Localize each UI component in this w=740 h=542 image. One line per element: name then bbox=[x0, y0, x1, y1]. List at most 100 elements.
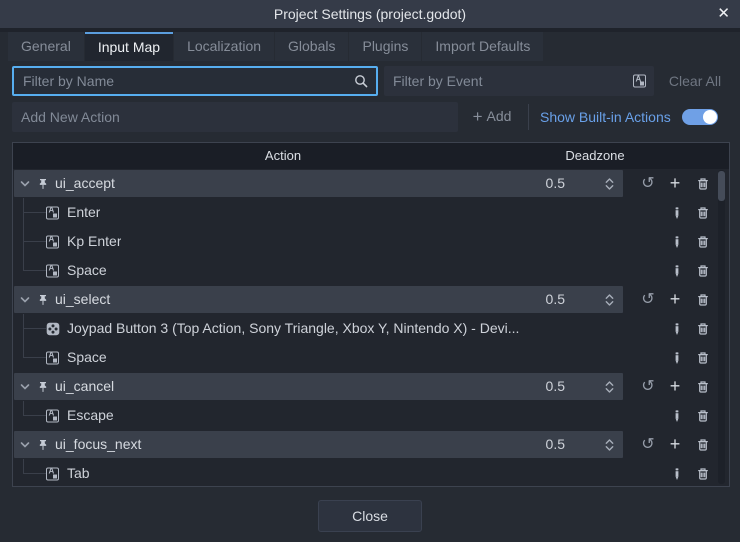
revert-action-button[interactable]: ↺ bbox=[639, 285, 657, 314]
add-button-label: Add bbox=[486, 108, 512, 124]
filter-event-input[interactable] bbox=[384, 66, 654, 96]
chevron-down-icon[interactable] bbox=[20, 383, 30, 391]
tree-guide-line bbox=[23, 357, 46, 358]
window-close-icon[interactable]: ✕ bbox=[717, 0, 730, 28]
revert-action-button[interactable]: ↺ bbox=[639, 169, 657, 198]
tree-guide-line bbox=[23, 241, 46, 242]
tree-guide-line bbox=[23, 270, 46, 271]
delete-event-button[interactable] bbox=[694, 198, 712, 227]
delete-action-button[interactable] bbox=[694, 372, 712, 401]
action-row: ui_focus_next 0.5 ↺ + bbox=[13, 430, 729, 459]
edit-event-button[interactable] bbox=[669, 459, 685, 488]
action-row: ui_cancel 0.5 ↺ + bbox=[13, 372, 729, 401]
tab-input-map[interactable]: Input Map bbox=[84, 32, 174, 61]
window-title: Project Settings (project.godot) bbox=[273, 6, 467, 22]
add-event-button[interactable]: + bbox=[666, 430, 684, 459]
event-label[interactable]: Space bbox=[67, 343, 107, 372]
deadzone-value[interactable]: 0.5 bbox=[493, 372, 565, 401]
delete-event-button[interactable] bbox=[694, 227, 712, 256]
tree-guide-line bbox=[23, 343, 24, 358]
delete-event-button[interactable] bbox=[694, 459, 712, 488]
edit-event-button[interactable] bbox=[669, 227, 685, 256]
event-row: Enter bbox=[13, 198, 729, 227]
spinner-updown-icon[interactable] bbox=[605, 438, 614, 452]
add-event-button[interactable]: + bbox=[666, 169, 684, 198]
tree-guide-line bbox=[23, 401, 24, 416]
filter-event-field bbox=[384, 66, 654, 96]
edit-event-button[interactable] bbox=[669, 343, 685, 372]
spinner-updown-icon[interactable] bbox=[605, 177, 614, 191]
show-builtin-actions-toggle[interactable] bbox=[682, 109, 718, 125]
action-tree: ui_accept 0.5 ↺ + Enter Kp Enter Space u… bbox=[13, 169, 729, 488]
deadzone-value[interactable]: 0.5 bbox=[493, 430, 565, 459]
toggle-knob bbox=[703, 110, 717, 124]
action-name[interactable]: ui_cancel bbox=[55, 372, 114, 401]
close-button[interactable]: Close bbox=[318, 500, 422, 532]
event-label[interactable]: Kp Enter bbox=[67, 227, 121, 256]
tree-guide-line bbox=[23, 415, 46, 416]
filter-name-field bbox=[12, 66, 378, 96]
delete-event-button[interactable] bbox=[694, 401, 712, 430]
tree-guide-line bbox=[23, 328, 46, 329]
revert-action-button[interactable]: ↺ bbox=[639, 430, 657, 459]
deadzone-value[interactable]: 0.5 bbox=[493, 285, 565, 314]
tree-guide-line bbox=[23, 256, 24, 271]
action-row: ui_accept 0.5 ↺ + bbox=[13, 169, 729, 198]
chevron-down-icon[interactable] bbox=[20, 441, 30, 449]
edit-event-button[interactable] bbox=[669, 198, 685, 227]
add-action-button[interactable]: + Add bbox=[462, 102, 522, 132]
keyboard-icon bbox=[46, 409, 59, 422]
scrollbar-thumb[interactable] bbox=[718, 171, 725, 201]
add-event-button[interactable]: + bbox=[666, 372, 684, 401]
action-name[interactable]: ui_accept bbox=[55, 169, 115, 198]
spinner-updown-icon[interactable] bbox=[605, 380, 614, 394]
show-builtin-actions-label[interactable]: Show Built-in Actions bbox=[540, 102, 671, 132]
delete-action-button[interactable] bbox=[694, 169, 712, 198]
delete-event-button[interactable] bbox=[694, 314, 712, 343]
vertical-divider bbox=[528, 104, 529, 130]
tab-globals[interactable]: Globals bbox=[275, 32, 349, 61]
keyboard-icon bbox=[46, 264, 59, 277]
delete-action-button[interactable] bbox=[694, 285, 712, 314]
clear-all-button[interactable]: Clear All bbox=[662, 66, 728, 96]
event-row: Escape bbox=[13, 401, 729, 430]
event-label[interactable]: Joypad Button 3 (Top Action, Sony Triang… bbox=[67, 314, 519, 343]
delete-action-button[interactable] bbox=[694, 430, 712, 459]
revert-action-button[interactable]: ↺ bbox=[639, 372, 657, 401]
chevron-down-icon[interactable] bbox=[20, 180, 30, 188]
add-action-input[interactable] bbox=[12, 102, 458, 132]
search-icon bbox=[354, 74, 368, 88]
project-settings-dialog: Project Settings (project.godot) ✕ Gener… bbox=[0, 0, 740, 542]
scrollbar[interactable] bbox=[718, 170, 725, 484]
tab-localization[interactable]: Localization bbox=[174, 32, 275, 61]
spinner-updown-icon[interactable] bbox=[605, 293, 614, 307]
edit-event-button[interactable] bbox=[669, 401, 685, 430]
filter-name-input[interactable] bbox=[14, 68, 376, 94]
edit-event-button[interactable] bbox=[669, 314, 685, 343]
add-event-button[interactable]: + bbox=[666, 285, 684, 314]
event-row: Space bbox=[13, 343, 729, 372]
table-header: Action Deadzone bbox=[13, 143, 729, 169]
add-action-field bbox=[12, 102, 458, 132]
tree-guide-line bbox=[23, 473, 46, 474]
event-label[interactable]: Tab bbox=[67, 459, 90, 488]
delete-event-button[interactable] bbox=[694, 343, 712, 372]
pin-icon bbox=[36, 438, 50, 452]
keyboard-icon bbox=[46, 206, 59, 219]
tab-bar: General Input Map Localization Globals Plugi… bbox=[0, 32, 740, 61]
column-header-deadzone: Deadzone bbox=[565, 148, 625, 163]
edit-event-button[interactable] bbox=[669, 256, 685, 285]
tab-import-defaults[interactable]: Import Defaults bbox=[422, 32, 544, 61]
tab-general[interactable]: General bbox=[8, 32, 84, 61]
event-label[interactable]: Escape bbox=[67, 401, 114, 430]
action-name[interactable]: ui_focus_next bbox=[55, 430, 141, 459]
tab-plugins[interactable]: Plugins bbox=[349, 32, 422, 61]
event-label[interactable]: Space bbox=[67, 256, 107, 285]
joypad-icon bbox=[46, 322, 60, 336]
deadzone-value[interactable]: 0.5 bbox=[493, 169, 565, 198]
event-label[interactable]: Enter bbox=[67, 198, 100, 227]
chevron-down-icon[interactable] bbox=[20, 296, 30, 304]
action-name[interactable]: ui_select bbox=[55, 285, 110, 314]
tree-guide-line bbox=[23, 459, 24, 474]
delete-event-button[interactable] bbox=[694, 256, 712, 285]
